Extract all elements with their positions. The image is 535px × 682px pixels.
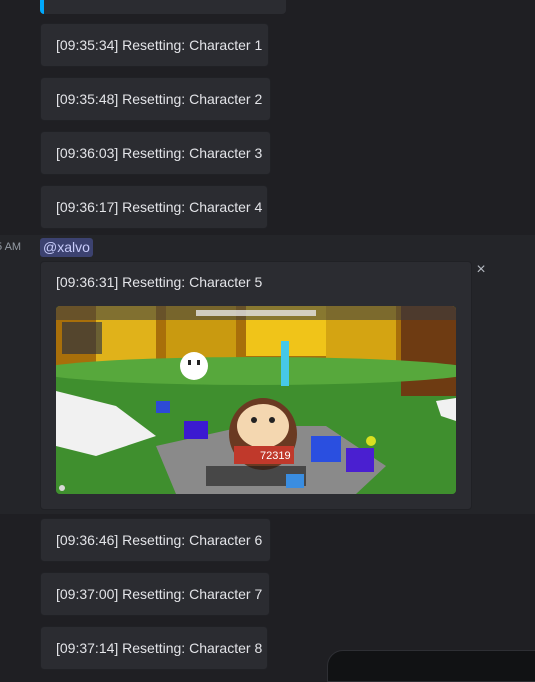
game-screenshot-image[interactable]: 72319 — [56, 306, 456, 494]
message-text: [09:37:00] Resetting: Character 7 — [56, 586, 263, 602]
message-text: [09:36:31] Resetting: Character 5 — [56, 274, 263, 290]
close-icon[interactable]: × — [473, 262, 489, 278]
message-embed: [09:37:14] Resetting: Character 8 — [40, 626, 268, 670]
previous-embed — [40, 0, 286, 14]
message-embed: [09:36:17] Resetting: Character 4 — [40, 185, 268, 229]
message-embed-with-image: [09:36:31] Resetting: Character 5 72319 — [40, 261, 472, 510]
message-text: [09:36:46] Resetting: Character 6 — [56, 532, 263, 548]
user-mention[interactable]: @xalvo — [40, 238, 93, 257]
message-text: [09:36:03] Resetting: Character 3 — [56, 145, 263, 161]
message-embed: [09:36:03] Resetting: Character 3 — [40, 131, 271, 175]
message-text: [09:35:48] Resetting: Character 2 — [56, 91, 263, 107]
floating-panel[interactable] — [327, 650, 535, 682]
message-text: [09:35:34] Resetting: Character 1 — [56, 37, 263, 53]
message-embed: [09:35:48] Resetting: Character 2 — [40, 77, 271, 121]
counter-text: 72319 — [260, 450, 291, 462]
message-text: [09:37:14] Resetting: Character 8 — [56, 640, 263, 656]
message-embed: [09:35:34] Resetting: Character 1 — [40, 23, 269, 67]
message-text: [09:36:17] Resetting: Character 4 — [56, 199, 263, 215]
message-embed: [09:37:00] Resetting: Character 7 — [40, 572, 270, 616]
message-embed: [09:36:46] Resetting: Character 6 — [40, 518, 271, 562]
message-timestamp: 5 AM — [0, 241, 22, 253]
